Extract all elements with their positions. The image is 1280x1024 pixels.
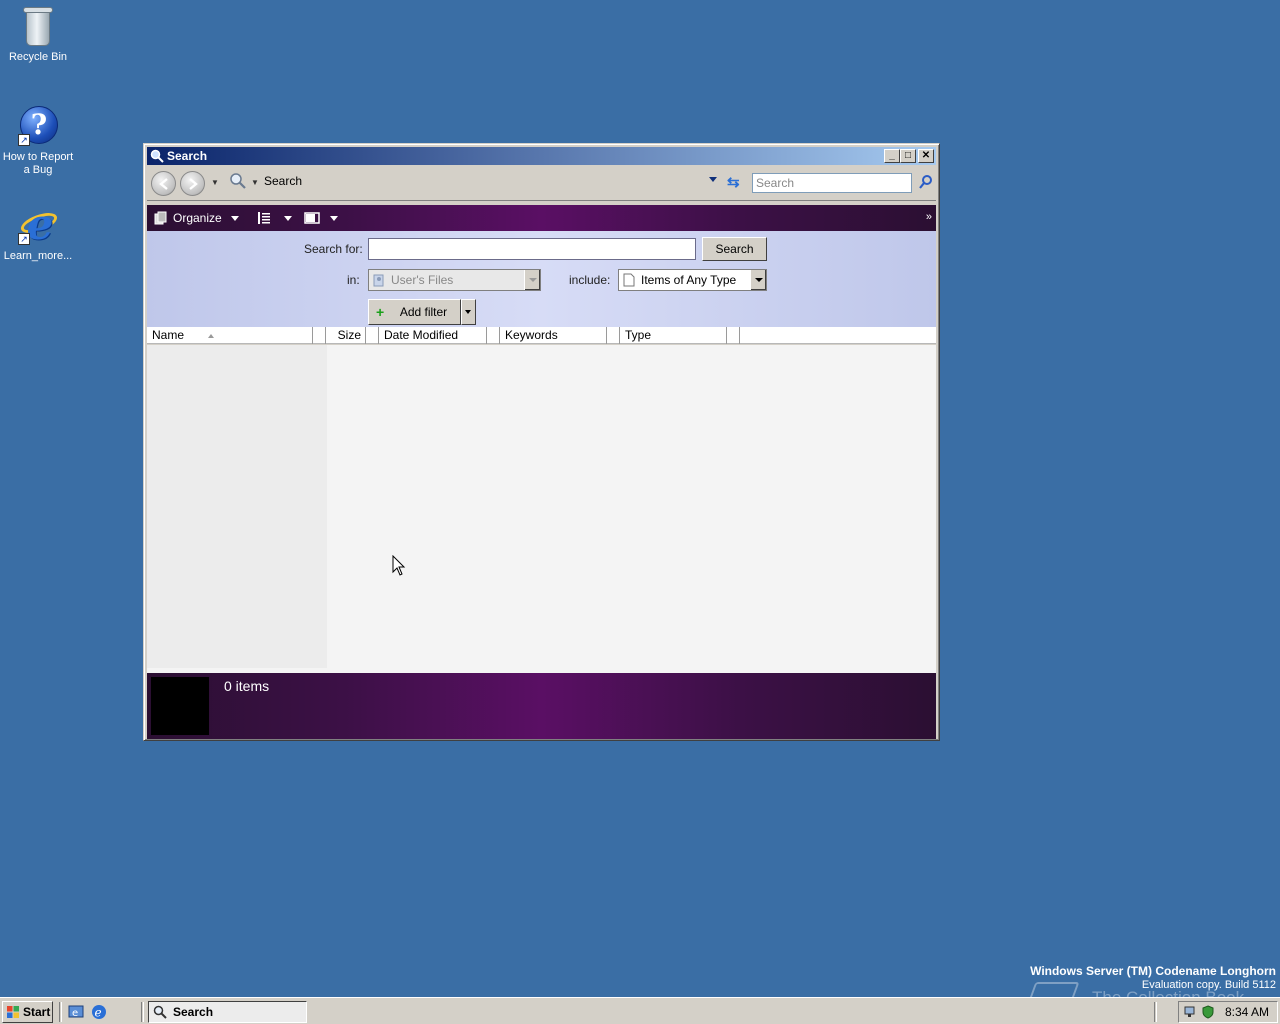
include-value: Items of Any Type [641, 273, 737, 287]
breadcrumb-search[interactable]: Search [264, 174, 302, 188]
window-title: Search [167, 149, 208, 163]
name-column-area [147, 345, 327, 668]
column-size[interactable]: Size [326, 327, 366, 344]
search-go-icon[interactable] [918, 174, 934, 190]
magnifier-icon [153, 1005, 167, 1019]
minimize-button[interactable]: _ [884, 149, 900, 163]
close-button[interactable]: ✕ [918, 149, 934, 163]
chevron-down-icon[interactable] [750, 270, 766, 290]
list-view-icon [258, 212, 270, 224]
desktop-icon-recycle-bin[interactable]: Recycle Bin [0, 4, 76, 64]
preview-pane-icon [304, 212, 320, 224]
chevron-down-icon [230, 215, 239, 221]
svg-text:e: e [72, 1008, 78, 1019]
magnifier-icon [150, 149, 164, 163]
column-date-modified[interactable]: Date Modified [379, 327, 487, 344]
in-label: in: [347, 273, 360, 287]
column-keywords[interactable]: Keywords [500, 327, 607, 344]
start-button[interactable]: Start [2, 1001, 53, 1023]
quicklaunch-desktop-icon[interactable]: e [68, 1004, 84, 1020]
search-for-label: Search for: [304, 242, 363, 256]
network-icon[interactable] [1184, 1005, 1198, 1019]
file-list[interactable] [147, 345, 936, 673]
svg-text:e: e [95, 1006, 102, 1020]
address-dropdown-icon[interactable] [709, 177, 717, 182]
details-pane: 0 items [147, 673, 936, 739]
system-tray: 8:34 AM [1178, 1001, 1278, 1023]
organize-icon [154, 211, 167, 225]
forward-button[interactable] [180, 171, 205, 196]
taskbar: Start e e Search 8:34 AM [0, 997, 1280, 1024]
search-input[interactable]: Search [752, 173, 912, 193]
item-count: 0 items [224, 678, 270, 694]
include-select[interactable]: Items of Any Type [618, 269, 767, 291]
commandbar-overflow-icon[interactable]: » [926, 211, 932, 223]
sort-ascending-icon [208, 333, 215, 338]
chevron-down-icon [284, 215, 292, 221]
column-name[interactable]: Name [147, 327, 313, 344]
desktop-icon-label: Recycle Bin [8, 51, 68, 63]
document-icon [623, 273, 635, 287]
maximize-button[interactable]: □ [900, 149, 916, 163]
task-label: Search [173, 1005, 214, 1019]
preview-pane-button[interactable] [304, 211, 338, 225]
desktop-icon-report-bug[interactable]: ? ↗ How to Report a Bug [0, 104, 76, 177]
chevron-down-icon[interactable] [524, 270, 540, 290]
help-icon: ? ↗ [18, 104, 58, 148]
address-bar: ▼ ▼ Search ⇆ Search [147, 167, 936, 201]
command-bar: Organize » [147, 205, 936, 231]
plus-icon: + [376, 304, 385, 320]
add-filter-button[interactable]: + Add filter [368, 299, 461, 325]
search-button[interactable]: Search [702, 237, 767, 261]
quicklaunch-internet-explorer-icon[interactable]: e [91, 1004, 107, 1020]
column-type[interactable]: Type [620, 327, 727, 344]
desktop-icon-label: How to Report a Bug [2, 151, 74, 176]
search-for-input[interactable] [368, 238, 696, 260]
add-filter-dropdown[interactable] [461, 299, 476, 325]
views-button[interactable] [257, 211, 292, 225]
taskbar-button-search[interactable]: Search [148, 1001, 307, 1023]
history-dropdown-icon[interactable]: ▼ [211, 178, 219, 187]
clock[interactable]: 8:34 AM [1225, 1005, 1269, 1019]
desktop-icon-learn-more[interactable]: e ↗ Learn_more... [0, 203, 76, 263]
desktop-icon-label: Learn_more... [3, 250, 73, 262]
mouse-cursor-icon [392, 555, 406, 576]
organize-label: Organize [173, 211, 222, 225]
refresh-icon[interactable]: ⇆ [727, 173, 740, 191]
chevron-down-icon [330, 215, 338, 221]
windows-flag-icon [7, 1006, 19, 1018]
thumbnail [151, 677, 209, 735]
start-label: Start [23, 1005, 51, 1019]
title-bar[interactable]: Search _ □ ✕ [147, 147, 936, 165]
include-label: include: [569, 273, 611, 287]
crumb-dropdown-icon[interactable]: ▼ [251, 178, 259, 187]
add-filter-label: Add filter [399, 305, 448, 319]
back-button[interactable] [151, 171, 176, 196]
recycle-bin-icon [18, 4, 58, 48]
location-select[interactable]: User's Files [368, 269, 541, 291]
search-window: Search _ □ ✕ ▼ ▼ Search ⇆ Search Organiz… [143, 143, 940, 741]
organize-button[interactable]: Organize [154, 211, 239, 225]
security-shield-icon[interactable] [1201, 1005, 1215, 1019]
chevron-down-icon [465, 310, 471, 314]
search-pane: Search for: Search in: User's Files incl… [147, 231, 936, 327]
user-files-icon [373, 274, 384, 287]
column-header: Name Size Date Modified Keywords Type [147, 327, 936, 344]
location-value: User's Files [391, 273, 454, 287]
back-arrow-icon [159, 178, 168, 190]
forward-arrow-icon [189, 178, 198, 190]
internet-explorer-icon: e ↗ [18, 203, 60, 247]
search-location-icon [230, 173, 246, 189]
